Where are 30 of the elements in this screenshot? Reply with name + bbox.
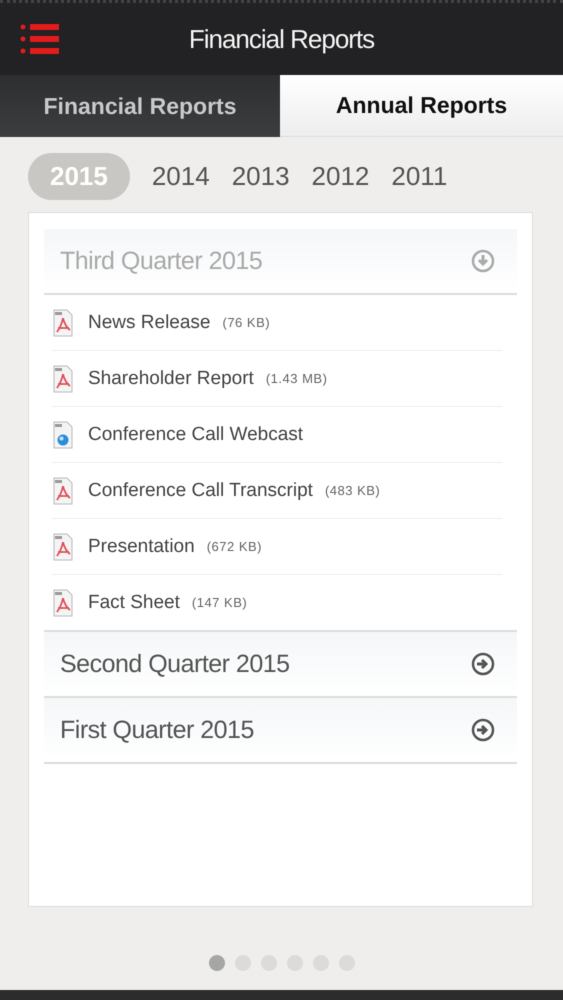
- report-tab[interactable]: Financial Reports: [0, 75, 280, 137]
- file-link[interactable]: Shareholder Report: [88, 368, 254, 390]
- pdf-file-icon: [52, 532, 74, 560]
- right-arrow-circle-icon: [471, 718, 495, 742]
- quarter-title: First Quarter 2015: [60, 716, 254, 744]
- pdf-file-icon: [52, 364, 74, 392]
- pdf-file-icon: [52, 476, 74, 504]
- file-size: (672 KB): [206, 539, 262, 554]
- right-arrow-circle-icon: [471, 652, 495, 676]
- pdf-file-icon: [52, 588, 74, 616]
- file-size: (147 KB): [192, 595, 248, 610]
- header-title: Financial Reports: [188, 24, 374, 54]
- quarter-header[interactable]: First Quarter 2015: [44, 698, 517, 764]
- menu-icon: [20, 23, 60, 55]
- down-arrow-circle-icon: [471, 249, 495, 273]
- quarter-title: Second Quarter 2015: [60, 650, 290, 678]
- pdf-file-icon: [52, 308, 74, 336]
- page-dot[interactable]: [208, 955, 224, 971]
- file-link[interactable]: Presentation: [88, 536, 195, 558]
- file-link[interactable]: Conference Call Webcast: [88, 424, 304, 446]
- file-size: (1.43 MB): [266, 371, 328, 386]
- quarter-title: Third Quarter 2015: [60, 246, 262, 276]
- file-link[interactable]: Conference Call Transcript: [88, 480, 313, 502]
- report-tab[interactable]: Annual Reports: [280, 75, 563, 137]
- file-link[interactable]: Fact Sheet: [88, 592, 180, 614]
- file-size: (483 KB): [324, 483, 380, 498]
- globe-file-icon: [52, 420, 74, 448]
- file-link[interactable]: News Release: [88, 312, 210, 334]
- file-size: (76 KB): [222, 315, 270, 330]
- quarter-header[interactable]: Second Quarter 2015: [44, 632, 517, 698]
